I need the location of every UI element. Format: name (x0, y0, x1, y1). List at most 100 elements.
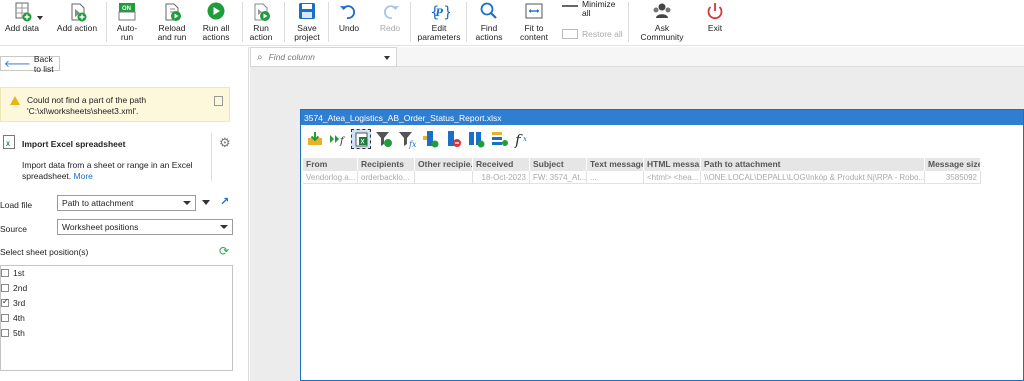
exit-label: Exit (707, 23, 723, 33)
step-title: Import Excel spreadsheet (22, 139, 126, 149)
checkbox[interactable] (1, 313, 9, 322)
sheet-option-2nd[interactable]: 2nd (1, 281, 27, 294)
add-data-dropdown-icon[interactable] (37, 16, 43, 20)
filter-formula-icon[interactable]: fx (397, 129, 417, 149)
table-cell[interactable]: orderbacklo... (358, 171, 415, 184)
more-link[interactable]: More (74, 171, 93, 181)
sheet-option-1st[interactable]: 1st (1, 266, 24, 279)
source-select[interactable]: Worksheet positions (57, 219, 233, 235)
step-description: Import data from a sheet or range in an … (22, 160, 202, 182)
checkbox[interactable] (1, 283, 9, 292)
sheet-toolbar: f X fx fx (305, 129, 532, 151)
column-header[interactable]: From (303, 158, 358, 171)
run-action-icon (250, 1, 272, 23)
exit-button[interactable]: Exit (702, 0, 728, 46)
column-header[interactable]: Other recipie... (415, 158, 473, 171)
restore-all-label: Restore all (582, 29, 623, 39)
sheet-option-5th[interactable]: 5th (1, 326, 25, 339)
redo-button[interactable]: Redo (377, 0, 403, 46)
ask-community-button[interactable]: Ask Community (640, 0, 684, 46)
column-header[interactable]: Path to attachment (701, 158, 925, 171)
svg-text:X: X (361, 140, 365, 146)
table-cell[interactable]: ... (587, 171, 644, 184)
ask-community-label: Ask Community (640, 23, 684, 42)
filter-icon[interactable] (374, 129, 394, 149)
column-header[interactable]: HTML messa... (644, 158, 701, 171)
ribbon-separator (466, 2, 467, 42)
redo-label: Redo (379, 23, 401, 33)
checkbox-checked[interactable] (1, 297, 9, 307)
restore-all-button[interactable]: Restore all (562, 27, 623, 39)
sheet-option-4th[interactable]: 4th (1, 311, 25, 324)
reorder-columns-icon[interactable] (466, 129, 486, 149)
formula-icon[interactable]: fx (512, 129, 532, 149)
sort-icon[interactable] (489, 129, 509, 149)
back-to-list-label: Back to list (33, 53, 54, 74)
sheet-option-3rd[interactable]: 3rd (1, 296, 25, 309)
column-header[interactable]: Message size (925, 158, 981, 171)
chevron-down-icon (183, 201, 191, 205)
add-action-button[interactable]: Add action (55, 0, 99, 46)
table-cell[interactable]: FW: 3574_At... (530, 171, 587, 184)
auto-run-button[interactable]: ON Auto- run (113, 0, 141, 46)
run-all-actions-button[interactable]: Run all actions (199, 0, 233, 46)
load-file-options-icon[interactable] (202, 200, 210, 205)
ribbon-separator (284, 2, 285, 42)
import-excel-icon[interactable]: X (351, 129, 371, 149)
parameters-icon: {P} (428, 1, 450, 23)
table-cell[interactable]: \\ONE.LOCAL\DEPALL\LOG\Inköp & Produkt N… (701, 171, 925, 184)
add-data-button[interactable]: Add data (2, 0, 42, 46)
power-icon (704, 1, 726, 23)
refresh-icon[interactable]: ⟳ (219, 244, 229, 258)
ribbon-separator (106, 2, 107, 42)
reload-and-run-button[interactable]: Reload and run (155, 0, 189, 46)
add-action-label: Add action (56, 23, 98, 33)
table-cell[interactable]: <html> <hea... (644, 171, 701, 184)
undo-button[interactable]: Undo (336, 0, 362, 46)
table-cell[interactable]: Vendorlog.a... (303, 171, 358, 184)
find-actions-button[interactable]: Find actions (472, 0, 506, 46)
column-header[interactable]: Subject (530, 158, 587, 171)
table-cell[interactable]: 3585092 (925, 171, 981, 184)
add-column-icon[interactable] (420, 129, 440, 149)
back-to-list-button[interactable]: 🡐 Back to list (0, 53, 60, 74)
checkbox[interactable] (1, 328, 9, 337)
table-cell[interactable]: 18-Oct-2023 (473, 171, 530, 184)
checkbox[interactable] (1, 268, 9, 277)
load-file-select[interactable]: Path to attachment (57, 195, 196, 211)
column-header[interactable]: Text message (587, 158, 644, 171)
community-icon (651, 1, 673, 23)
copy-icon[interactable] (214, 96, 223, 106)
save-project-button[interactable]: Save project (290, 0, 324, 46)
column-header[interactable]: Received (473, 158, 530, 171)
find-column-input[interactable]: ⌕ Find column (250, 47, 397, 67)
remove-column-icon[interactable] (443, 129, 463, 149)
warning-icon (10, 96, 20, 105)
run-all-actions-label: Run all actions (202, 23, 230, 42)
gear-icon[interactable]: ⚙ (219, 135, 231, 151)
ribbon-separator (242, 2, 243, 42)
fit-to-content-icon (523, 1, 545, 23)
run-action-button[interactable]: Run action (246, 0, 276, 46)
edit-parameters-button[interactable]: {P} Edit parameters (417, 0, 461, 46)
reload-run-icon (161, 1, 183, 23)
reload-and-run-label: Reload and run (157, 23, 187, 42)
fit-to-content-button[interactable]: Fit to content (516, 0, 552, 46)
sheet-option-label: 2nd (13, 282, 28, 293)
open-link-arrow-icon[interactable]: ↗ (220, 195, 229, 208)
sheet-window: 3574_Atea_Logistics_AB_Order_Status_Repo… (300, 109, 1024, 381)
chevron-down-icon[interactable] (384, 56, 390, 60)
import-icon[interactable] (305, 129, 325, 149)
chevron-down-icon (220, 225, 228, 229)
find-actions-icon (478, 1, 500, 23)
sheet-option-label: 1st (13, 267, 25, 278)
minimize-all-button[interactable]: Minimize all (562, 0, 616, 18)
sheet-option-label: 5th (13, 327, 25, 338)
table-cell[interactable] (415, 171, 473, 184)
run-function-icon[interactable]: f (328, 129, 348, 149)
sheet-window-title[interactable]: 3574_Atea_Logistics_AB_Order_Status_Repo… (301, 110, 1023, 125)
column-header[interactable]: Recipients (358, 158, 415, 171)
svg-text:ON: ON (122, 6, 131, 12)
step-settings-panel: 🡐 Back to list Could not find a part of … (0, 47, 249, 381)
sheet-option-label: 3rd (13, 297, 26, 308)
